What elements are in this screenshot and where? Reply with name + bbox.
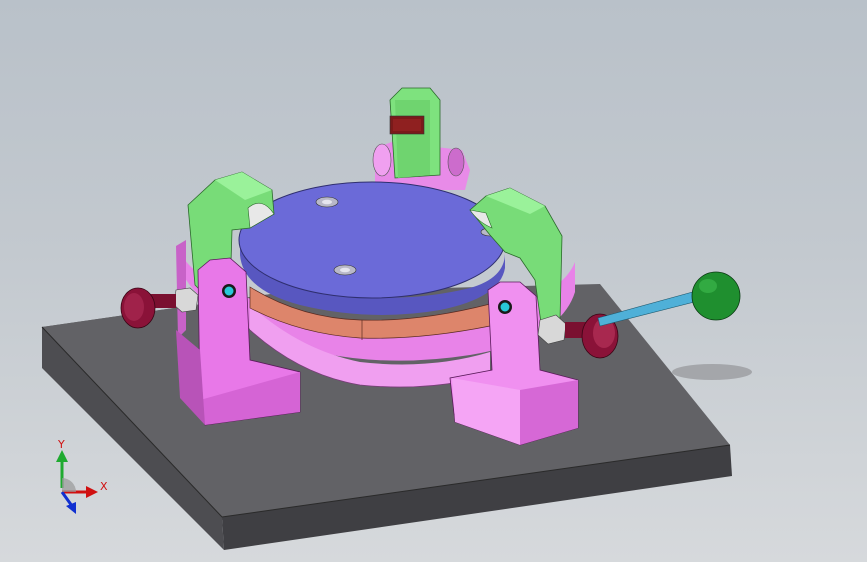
- 3d-model[interactable]: [0, 0, 867, 562]
- handle-shadow: [672, 364, 752, 380]
- clamp-arm-back[interactable]: [372, 87, 470, 190]
- triad-sphere: [62, 478, 76, 492]
- z-axis-arrow: [60, 491, 76, 514]
- lever-handle[interactable]: [597, 271, 741, 327]
- graphics-viewport[interactable]: Y X: [0, 0, 867, 562]
- y-axis-label: Y: [57, 440, 65, 451]
- coordinate-triad: Y X: [56, 440, 108, 514]
- x-axis-label: X: [100, 480, 108, 493]
- rotary-table[interactable]: [238, 181, 506, 315]
